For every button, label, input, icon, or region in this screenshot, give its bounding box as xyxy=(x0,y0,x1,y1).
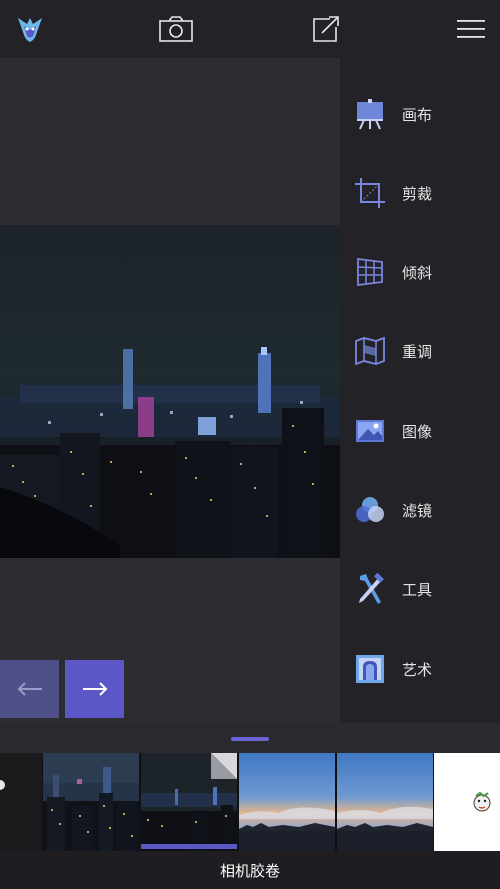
hamburger-menu-icon[interactable] xyxy=(452,0,490,58)
tool-label: 图像 xyxy=(402,422,433,441)
share-icon[interactable] xyxy=(306,0,344,58)
tool-crop[interactable]: 剪裁 xyxy=(340,163,500,223)
edited-photo[interactable] xyxy=(0,225,340,558)
canvas-easel-icon xyxy=(357,99,383,130)
image-icon xyxy=(356,420,384,442)
next-button[interactable] xyxy=(65,660,124,718)
perspective-icon xyxy=(357,257,383,287)
photo-filmstrip[interactable] xyxy=(0,753,500,851)
tools-icon xyxy=(359,573,384,604)
photo-thumbnail[interactable] xyxy=(337,753,433,851)
reshape-icon xyxy=(355,336,385,366)
tool-perspective[interactable]: 倾斜 xyxy=(340,242,500,302)
tool-canvas[interactable]: 画布 xyxy=(340,84,500,144)
drag-handle[interactable] xyxy=(231,737,269,741)
photo-thumbnail[interactable] xyxy=(434,753,500,851)
tool-art[interactable]: 艺术 xyxy=(340,639,500,699)
tool-label: 剪裁 xyxy=(402,184,433,203)
art-icon xyxy=(356,655,384,683)
tool-filter[interactable]: 滤镜 xyxy=(340,480,500,540)
selected-indicator xyxy=(141,844,237,849)
tool-label: 倾斜 xyxy=(402,263,433,282)
photo-thumbnail[interactable] xyxy=(43,753,139,851)
tool-label: 工具 xyxy=(402,580,433,599)
top-toolbar xyxy=(0,0,500,58)
tool-label: 画布 xyxy=(402,105,433,124)
photo-thumbnail[interactable] xyxy=(0,753,42,851)
tool-label: 滤镜 xyxy=(402,501,433,520)
photo-thumbnail-selected[interactable] xyxy=(141,753,237,851)
app-logo-icon[interactable] xyxy=(10,0,50,58)
filmstrip-handle-bar[interactable] xyxy=(0,723,500,753)
album-title[interactable]: 相机胶卷 xyxy=(0,851,500,889)
canvas-area[interactable] xyxy=(0,58,340,723)
tool-reshape[interactable]: 重调 xyxy=(340,321,500,381)
previous-button[interactable] xyxy=(0,660,59,718)
camera-icon[interactable] xyxy=(155,0,197,58)
filter-icon xyxy=(356,497,384,522)
crop-icon xyxy=(355,178,385,208)
app-screen: 画布 剪裁 倾斜 重调 图像 滤镜 工具 艺术 相机胶卷 xyxy=(0,0,500,889)
arrow-left-icon xyxy=(17,682,42,696)
tool-image[interactable]: 图像 xyxy=(340,401,500,461)
tool-label: 重调 xyxy=(402,342,433,361)
tool-tools[interactable]: 工具 xyxy=(340,559,500,619)
arrow-right-icon xyxy=(82,682,107,696)
tool-label: 艺术 xyxy=(402,660,433,679)
tool-panel: 画布 剪裁 倾斜 重调 图像 滤镜 工具 艺术 xyxy=(340,58,500,723)
photo-thumbnail[interactable] xyxy=(239,753,335,851)
